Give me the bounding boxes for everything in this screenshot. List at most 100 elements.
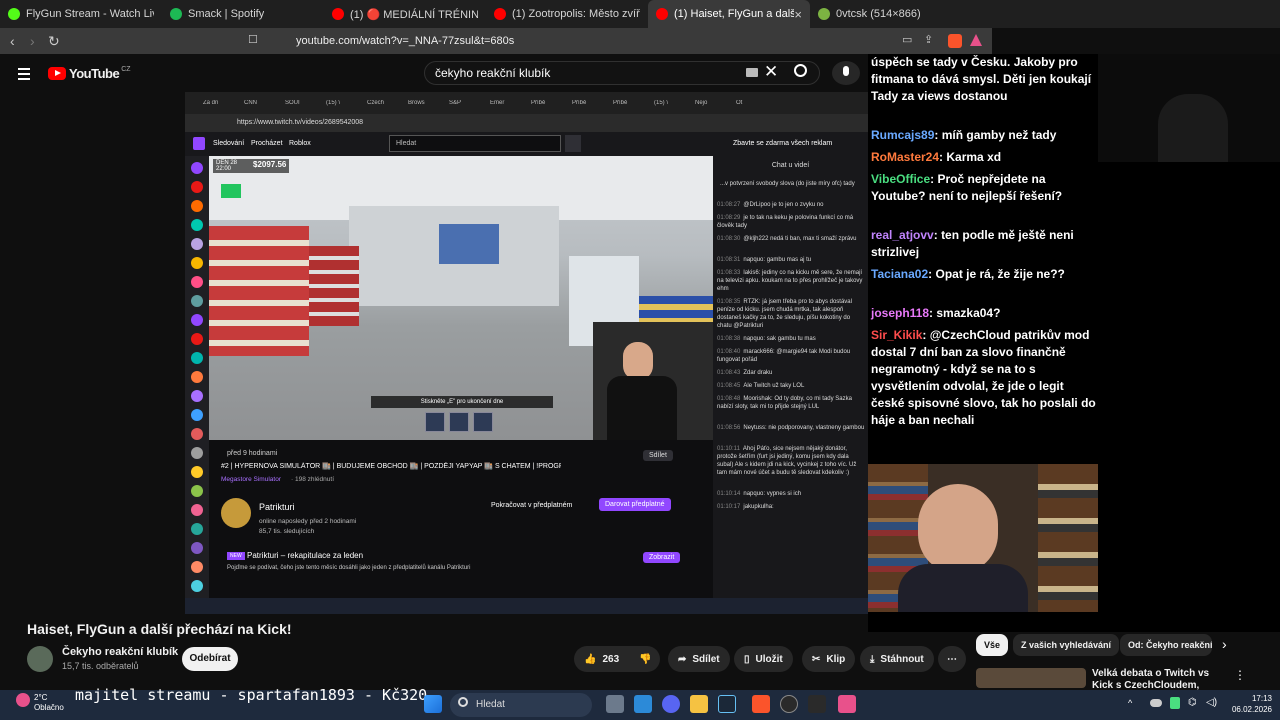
chat-message: 01:08:30 @kljh222 nedá ti ban, max ti sma… (717, 235, 865, 243)
streamer-name: Patrikturi (259, 502, 295, 512)
voice-search-icon[interactable] (832, 61, 860, 85)
overlay-chat-separator: : (933, 228, 942, 242)
back-icon[interactable]: ‹ (10, 33, 15, 49)
channel-avatar[interactable] (27, 646, 53, 672)
inner-taskbar (185, 598, 868, 614)
clear-search-icon[interactable]: ✕ (764, 62, 778, 82)
rewards-icon[interactable] (970, 34, 982, 46)
clock-date: 06.02.2026 (1231, 705, 1272, 714)
save-button[interactable]: ▯ Uložit (734, 646, 793, 672)
game-sign (439, 224, 499, 264)
followed-channel-avatar (191, 466, 203, 478)
tab-label: (1) Haiset, FlyGun a další přec (674, 8, 795, 20)
cast-icon[interactable]: ▭ (902, 33, 912, 46)
volume-icon[interactable]: ◁) (1206, 697, 1217, 708)
streamer-avatar (221, 498, 251, 528)
chip-from-channel[interactable]: Od: Čekyho reakční (1120, 634, 1212, 656)
share-button[interactable]: ➦ Sdílet (668, 646, 730, 672)
tray-chevron-icon[interactable]: ^ (1128, 698, 1132, 708)
browser-tab[interactable]: Smack | Spotify (162, 0, 324, 28)
clock-time: 17:13 (1251, 694, 1272, 703)
chat-text: napquo: gambu mas aj tu (743, 257, 812, 263)
download-button[interactable]: ⤓ Stáhnout (860, 646, 934, 672)
streaming-app-icon[interactable] (838, 695, 856, 713)
url-field[interactable]: youtube.com/watch?v=_NNA-77zsul&t=680s (270, 31, 890, 51)
suggested-title[interactable]: Velká debata o Twitch vs Kick s CzechClo… (1092, 668, 1232, 690)
like-button[interactable]: 👍 263 👎 (574, 646, 660, 672)
reload-icon[interactable]: ↻ (48, 33, 60, 50)
browser-tab[interactable]: (1) Haiset, FlyGun a další přec× (648, 0, 810, 28)
obs-icon[interactable] (780, 695, 798, 713)
chip-all[interactable]: Vše (976, 634, 1009, 656)
tab-favicon-icon (818, 8, 830, 20)
suggested-thumbnail[interactable] (976, 668, 1086, 688)
network-icon[interactable]: ⌬ (1188, 697, 1197, 708)
task-view-icon[interactable] (606, 695, 624, 713)
stream-info-panel: před 9 hodinami #2 | HYPERNOVA SIMULÁTOR… (209, 440, 713, 598)
nvidia-icon[interactable] (1170, 697, 1180, 709)
more-actions-button[interactable]: ⋯ (938, 646, 966, 672)
bookmark-icon[interactable]: ☐ (248, 33, 258, 46)
browser-tab-strip: FlyGun Stream - Watch Live on Kick Smack … (0, 0, 992, 28)
game-shelf-left (209, 226, 309, 356)
share-icon[interactable]: ⇪ (924, 33, 933, 46)
cloud-icon[interactable] (1150, 699, 1162, 707)
overlay-chat-message: Sir_Kikik: @CzechCloud patrikův mod dost… (871, 327, 1099, 429)
windows-start-icon[interactable] (424, 695, 442, 713)
discord-icon[interactable] (662, 695, 680, 713)
widgets-icon[interactable] (634, 695, 652, 713)
tab-label: (1) 🔴 MEDIÁLNÍ TRÉNINK + VÁŽEN (350, 8, 478, 21)
brave-shield-icon[interactable] (948, 34, 962, 48)
overlay-chat-message: úspěch se tady v Česku. Jakoby pro fitma… (871, 54, 1099, 105)
channel-name[interactable]: Čekyho reakční klubík (62, 646, 178, 658)
video-player[interactable]: Za dn CNN SOUI (15) \ Czech Brows S&P Emer Příbě… (185, 92, 868, 614)
inner-tab-strip: Za dn CNN SOUI (15) \ Czech Brows S&P Emer Příbě… (185, 92, 868, 114)
browser-tab[interactable]: FlyGun Stream - Watch Live on Kick (0, 0, 162, 28)
inner-tab: Ot (736, 100, 743, 106)
youtube-logo[interactable]: YouTube CZ (48, 66, 131, 81)
suggested-menu-icon[interactable]: ⋮ (1234, 668, 1246, 682)
twitch-logo-icon (193, 137, 205, 150)
inner-tab: Za dn (203, 100, 219, 106)
inner-tab: Příbě (572, 100, 587, 106)
brave-browser-icon[interactable] (752, 695, 770, 713)
file-explorer-icon[interactable] (690, 695, 708, 713)
forward-icon[interactable]: › (30, 33, 35, 49)
tab-close-icon[interactable]: × (794, 7, 802, 22)
keyboard-icon[interactable] (746, 68, 758, 77)
overlay-chat-text: míň gamby než tady (941, 128, 1057, 142)
search-icon[interactable] (794, 64, 807, 77)
weather-widget[interactable]: 2°C Oblačno (16, 693, 64, 713)
taskbar-clock[interactable]: 17:13 06.02.2026 (1224, 693, 1272, 715)
inner-tab: Brows (408, 100, 425, 106)
inner-tab: Czech (367, 100, 385, 106)
steam-icon[interactable] (718, 695, 736, 713)
chip-from-searches[interactable]: Z vašich vyhledávání (1013, 634, 1120, 656)
chips-next-icon[interactable]: › (1222, 636, 1227, 652)
browser-tab[interactable]: (1) 🔴 MEDIÁLNÍ TRÉNINK + VÁŽEN (324, 0, 486, 28)
followed-channel-avatar (191, 333, 203, 345)
thumbs-down-icon[interactable]: 👎 (639, 654, 651, 665)
bookmark-save-icon: ▯ (744, 653, 750, 665)
epic-games-icon[interactable] (808, 695, 826, 713)
browser-tab[interactable]: (1) Zootropolis: Město zvířat CZ dab (486, 0, 648, 28)
youtube-logo-text: YouTube (69, 66, 120, 81)
nav-browse: Procházet (251, 140, 283, 147)
taskbar-search[interactable]: Hledat (450, 693, 592, 717)
subscribe-button[interactable]: Odebírat (182, 647, 238, 671)
search-input[interactable]: čekyho reakční klubík (424, 61, 820, 85)
twitch-search: Hledat (389, 135, 561, 152)
streamer-facecam (593, 322, 713, 440)
followed-channel-avatar (191, 181, 203, 193)
chat-timestamp: 01:08:29 (717, 215, 741, 221)
inner-url: https://www.twitch.tv/videos/2689542008 (185, 114, 868, 132)
clip-button[interactable]: ✂ Klip (802, 646, 856, 672)
browser-tab[interactable]: 0vtcsk (514×866) (810, 0, 972, 28)
menu-icon[interactable] (18, 68, 30, 80)
continue-sub-button: Pokračovat v předplatném (491, 502, 573, 509)
top-webcam-person (1158, 94, 1228, 162)
chat-message: 01:08:56 Neytuss: nie podporovany, vlastn… (717, 424, 865, 432)
chat-text: @kljh222 nedá ti ban, max ti smaží zpráv… (743, 236, 857, 242)
followed-channel-avatar (191, 352, 203, 364)
overlay-chat-separator: : (922, 328, 930, 342)
